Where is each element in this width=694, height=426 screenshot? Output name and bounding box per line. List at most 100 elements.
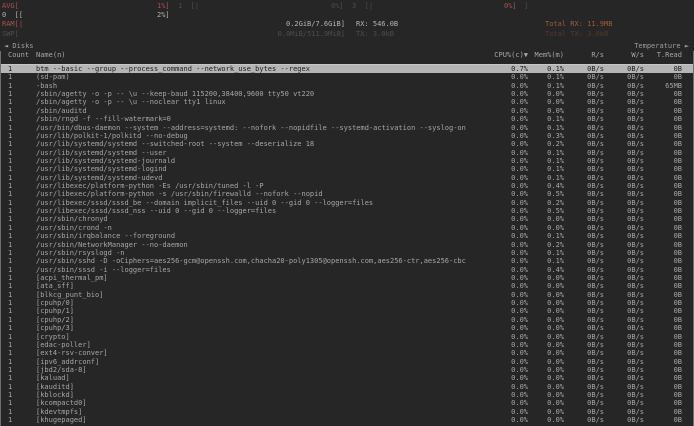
cell-total-read: 0B	[644, 241, 682, 249]
header-read-per-sec[interactable]: R/s	[564, 51, 604, 60]
cell-read-per-sec: 0B/s	[564, 165, 604, 173]
table-row[interactable]: 1 /usr/libexec/platform-python -s /usr/s…	[1, 190, 693, 198]
table-row[interactable]: 1 /sbin/agetty -o -p -- \u --noclear tty…	[1, 98, 693, 106]
cell-mem-percent: 0.0%	[528, 391, 564, 399]
table-row[interactable]: 1 /usr/lib/systemd/systemd --user 0.0% 0…	[1, 149, 693, 157]
header-mem[interactable]: Mem%(m)	[528, 51, 564, 60]
cell-count: 1	[1, 408, 36, 416]
cell-count: 1	[1, 232, 36, 240]
table-row[interactable]: 1 [kdevtmpfs] 0.0% 0.0% 0B/s 0B/s 0B	[1, 408, 693, 416]
header-name[interactable]: Name(n)	[36, 51, 466, 60]
cell-read-per-sec: 0B/s	[564, 349, 604, 357]
cell-mem-percent: 0.0%	[528, 349, 564, 357]
table-row[interactable]: 1 /usr/sbin/sssd -i --logger=files 0.0% …	[1, 266, 693, 274]
header-count[interactable]: Count	[1, 51, 36, 60]
cell-process-command: [cpuhp/0]	[36, 299, 466, 307]
cell-read-per-sec: 0B/s	[564, 333, 604, 341]
table-row[interactable]: 1 [ata_sff] 0.0% 0.0% 0B/s 0B/s 0B	[1, 282, 693, 290]
table-row[interactable]: 1 [kauditd] 0.0% 0.0% 0B/s 0B/s 0B	[1, 383, 693, 391]
cpu3-gauge-value: 0%]	[504, 2, 517, 11]
table-row[interactable]: 1 [cpuhp/2] 0.0% 0.0% 0B/s 0B/s 0B	[1, 316, 693, 324]
cell-read-per-sec: 0B/s	[564, 124, 604, 132]
table-row[interactable]: 1 /usr/sbin/chronyd 0.0% 0.0% 0B/s 0B/s …	[1, 215, 693, 223]
cell-mem-percent: 0.2%	[528, 241, 564, 249]
table-row[interactable]: 1 -bash 0.0% 0.1% 0B/s 0B/s 65MB	[1, 82, 693, 90]
cell-write-per-sec: 0B/s	[604, 291, 644, 299]
cell-write-per-sec: 0B/s	[604, 399, 644, 407]
table-row[interactable]: 1 /usr/lib/polkit-1/polkitd --no-debug 0…	[1, 132, 693, 140]
cell-process-command: [ext4-rsv-conver]	[36, 349, 466, 357]
cell-count: 1	[1, 207, 36, 215]
table-row[interactable]: 1 /sbin/agetty -o -p -- \u --keep-baud 1…	[1, 90, 693, 98]
cell-total-read: 0B	[644, 416, 682, 424]
cell-process-command: [acpi_thermal_pm]	[36, 274, 466, 282]
table-row[interactable]: 1 [cpuhp/3] 0.0% 0.0% 0B/s 0B/s 0B	[1, 324, 693, 332]
table-row[interactable]: 1 [kcompactd0] 0.0% 0.0% 0B/s 0B/s 0B	[1, 399, 693, 407]
cell-count: 1	[1, 324, 36, 332]
table-row[interactable]: 1 /usr/sbin/irqbalance --foreground 0.0%…	[1, 232, 693, 240]
table-row[interactable]: 1 [cpuhp/1] 0.0% 0.0% 0B/s 0B/s 0B	[1, 307, 693, 315]
table-row[interactable]: 1 /usr/libexec/sssd/sssd_be --domain imp…	[1, 199, 693, 207]
table-row[interactable]: 1 /usr/sbin/sshd -D -oCiphers=aes256-gcm…	[1, 257, 693, 265]
cell-mem-percent: 0.0%	[528, 282, 564, 290]
table-row[interactable]: 1 [ipv6_addrconf] 0.0% 0.0% 0B/s 0B/s 0B	[1, 358, 693, 366]
table-row[interactable]: 1 [jbd2/sda-8] 0.0% 0.0% 0B/s 0B/s 0B	[1, 366, 693, 374]
table-row[interactable]: 1 /usr/bin/dbus-daemon --system --addres…	[1, 124, 693, 132]
cell-read-per-sec: 0B/s	[564, 324, 604, 332]
cell-count: 1	[1, 416, 36, 424]
cell-count: 1	[1, 341, 36, 349]
table-row[interactable]: 1 /usr/libexec/sssd/sssd_nss --uid 0 --g…	[1, 207, 693, 215]
cell-mem-percent: 0.0%	[528, 224, 564, 232]
cell-count: 1	[1, 182, 36, 190]
table-row[interactable]: 1 [ext4-rsv-conver] 0.0% 0.0% 0B/s 0B/s …	[1, 349, 693, 357]
table-row[interactable]: 1 (sd-pam) 0.0% 0.1% 0B/s 0B/s 0B	[1, 73, 693, 81]
cell-process-command: [blkcg_punt_bio]	[36, 291, 466, 299]
cell-cpu-percent: 0.0%	[466, 207, 528, 215]
table-row[interactable]: 1 /sbin/auditd 0.0% 0.0% 0B/s 0B/s 0B	[1, 107, 693, 115]
table-row[interactable]: 1 [khugepaged] 0.0% 0.0% 0B/s 0B/s 0B	[1, 416, 693, 424]
cell-write-per-sec: 0B/s	[604, 132, 644, 140]
cell-read-per-sec: 0B/s	[564, 399, 604, 407]
table-row[interactable]: 1 btm --basic --group --process_command …	[1, 65, 693, 73]
table-row[interactable]: 1 [edac-poller] 0.0% 0.0% 0B/s 0B/s 0B	[1, 341, 693, 349]
table-row[interactable]: 1 [acpi_thermal_pm] 0.0% 0.0% 0B/s 0B/s …	[1, 274, 693, 282]
next-widget-tab-temperature[interactable]: Temperature ►	[634, 42, 689, 51]
cell-mem-percent: 0.3%	[528, 132, 564, 140]
table-row[interactable]: 1 [kaluad] 0.0% 0.0% 0B/s 0B/s 0B	[1, 374, 693, 382]
cell-write-per-sec: 0B/s	[604, 249, 644, 257]
table-row[interactable]: 1 [cpuhp/0] 0.0% 0.0% 0B/s 0B/s 0B	[1, 299, 693, 307]
cell-cpu-percent: 0.0%	[466, 416, 528, 424]
header-write-per-sec[interactable]: W/s	[604, 51, 644, 60]
table-row[interactable]: 1 [crypto] 0.0% 0.0% 0B/s 0B/s 0B	[1, 333, 693, 341]
cell-total-read: 0B	[644, 149, 682, 157]
cell-process-command: [kaluad]	[36, 374, 466, 382]
cell-count: 1	[1, 374, 36, 382]
header-cpu-sort-desc[interactable]: CPU%(c)▼	[466, 51, 528, 60]
table-row[interactable]: 1 /usr/lib/systemd/systemd-udevd 0.0% 0.…	[1, 174, 693, 182]
cell-write-per-sec: 0B/s	[604, 299, 644, 307]
table-row[interactable]: 1 [kblockd] 0.0% 0.0% 0B/s 0B/s 0B	[1, 391, 693, 399]
cell-cpu-percent: 0.0%	[466, 174, 528, 182]
cell-write-per-sec: 0B/s	[604, 107, 644, 115]
table-row[interactable]: 1 /usr/lib/systemd/systemd-logind 0.0% 0…	[1, 165, 693, 173]
header-total-read[interactable]: T.Read	[644, 51, 682, 60]
table-row[interactable]: 1 /usr/lib/systemd/systemd --switched-ro…	[1, 140, 693, 148]
cell-read-per-sec: 0B/s	[564, 257, 604, 265]
table-row[interactable]: 1 /usr/lib/systemd/systemd-journald 0.0%…	[1, 157, 693, 165]
cell-write-per-sec: 0B/s	[604, 65, 644, 73]
cell-write-per-sec: 0B/s	[604, 316, 644, 324]
cell-mem-percent: 0.1%	[528, 157, 564, 165]
cell-cpu-percent: 0.0%	[466, 383, 528, 391]
cell-total-read: 0B	[644, 391, 682, 399]
table-row[interactable]: 1 /usr/sbin/NetworkManager --no-daemon 0…	[1, 241, 693, 249]
table-row[interactable]: 1 [blkcg_punt_bio] 0.0% 0.0% 0B/s 0B/s 0…	[1, 291, 693, 299]
table-row[interactable]: 1 /usr/sbin/crond -n 0.0% 0.0% 0B/s 0B/s…	[1, 224, 693, 232]
prev-widget-tab-disks[interactable]: ◄ Disks	[4, 42, 34, 51]
cell-process-command: /usr/sbin/sssd -i --logger=files	[36, 266, 466, 274]
table-row[interactable]: 1 /sbin/rngd -f --fill-watermark=0 0.0% …	[1, 115, 693, 123]
table-row[interactable]: 1 /usr/libexec/platform-python -Es /usr/…	[1, 182, 693, 190]
table-row[interactable]: 1 /usr/sbin/rsyslogd -n 0.0% 0.1% 0B/s 0…	[1, 249, 693, 257]
cell-count: 1	[1, 165, 36, 173]
cell-write-per-sec: 0B/s	[604, 174, 644, 182]
cell-total-read: 0B	[644, 399, 682, 407]
